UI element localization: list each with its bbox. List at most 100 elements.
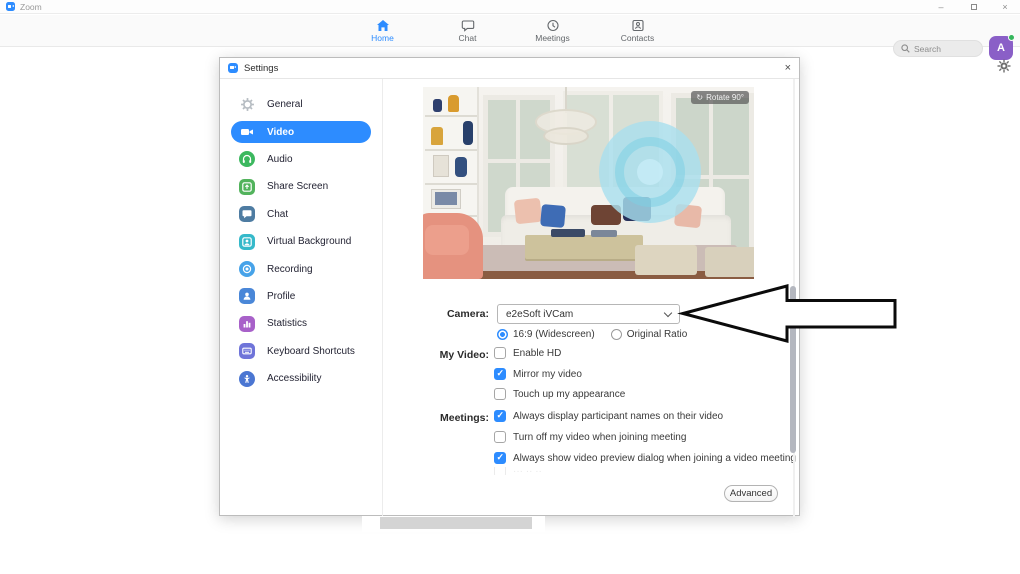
checkbox-icon bbox=[494, 347, 506, 359]
meetings-icon bbox=[546, 19, 560, 32]
tab-meetings[interactable]: Meetings bbox=[510, 15, 595, 47]
camera-label: Camera: bbox=[409, 308, 489, 320]
bar-chart-icon bbox=[239, 316, 255, 332]
checkbox-enable-hd[interactable]: Enable HD bbox=[494, 347, 561, 359]
avatar-initial: A bbox=[997, 42, 1005, 54]
zoom-logo-icon bbox=[228, 63, 238, 73]
keyboard-icon bbox=[239, 343, 255, 359]
nav-tabs: Home Chat Meetings Contacts bbox=[340, 15, 680, 47]
chevron-down-icon bbox=[664, 308, 672, 316]
rotate-90-button[interactable]: ↻ Rotate 90° bbox=[691, 91, 749, 104]
zoom-logo-icon bbox=[6, 2, 15, 11]
window-title: Zoom bbox=[20, 2, 42, 12]
record-icon bbox=[239, 261, 255, 277]
camera-selected-value: e2eSoft iVCam bbox=[506, 309, 665, 320]
home-icon bbox=[376, 19, 390, 32]
maximize-button[interactable] bbox=[961, 0, 987, 14]
sidebar-item-audio[interactable]: Audio bbox=[231, 146, 371, 173]
maximize-icon bbox=[971, 4, 977, 10]
sidebar-item-virtual-background[interactable]: Virtual Background bbox=[231, 228, 371, 255]
sidebar-item-profile[interactable]: Profile bbox=[231, 283, 371, 310]
sidebar-item-label: Recording bbox=[267, 264, 313, 275]
gear-icon bbox=[997, 59, 1011, 73]
sidebar-item-label: Video bbox=[267, 127, 294, 138]
close-window-button[interactable]: × bbox=[992, 0, 1018, 14]
advanced-button[interactable]: Advanced bbox=[724, 485, 778, 502]
top-nav: Home Chat Meetings Contacts Search A bbox=[0, 15, 1020, 47]
tab-chat-label: Chat bbox=[459, 33, 477, 43]
checkbox-mirror-my-video[interactable]: Mirror my video bbox=[494, 368, 582, 380]
page-settings-gear-button[interactable] bbox=[997, 59, 1011, 73]
ottoman-2 bbox=[705, 247, 754, 277]
sidebar-item-keyboard-shortcuts[interactable]: Keyboard Shortcuts bbox=[231, 338, 371, 365]
pillow-pink bbox=[514, 198, 542, 225]
sidebar-item-video[interactable]: Video bbox=[231, 121, 371, 143]
search-placeholder: Search bbox=[914, 44, 941, 54]
avatar[interactable]: A bbox=[989, 36, 1013, 60]
sidebar-item-label: Accessibility bbox=[267, 373, 321, 384]
checkbox-icon bbox=[494, 410, 506, 422]
sidebar-item-share-screen[interactable]: Share Screen bbox=[231, 173, 371, 200]
minimize-button[interactable]: – bbox=[928, 0, 954, 14]
aspect-ratio-options: 16:9 (Widescreen) Original Ratio bbox=[497, 329, 687, 340]
tab-contacts-label: Contacts bbox=[621, 33, 655, 43]
radio-original-ratio[interactable]: Original Ratio bbox=[611, 329, 688, 340]
checkbox-icon bbox=[494, 452, 506, 464]
contacts-icon bbox=[631, 19, 645, 32]
clipped-checkbox-row: ··· ·· ·· bbox=[494, 467, 542, 475]
background-gray-bar bbox=[380, 517, 532, 529]
checkbox-turn-off-video-when-joining[interactable]: Turn off my video when joining meeting bbox=[494, 431, 686, 443]
my-video-label: My Video: bbox=[409, 349, 489, 361]
sidebar-item-label: Audio bbox=[267, 154, 293, 165]
sidebar-item-chat[interactable]: Chat bbox=[231, 201, 371, 228]
checkbox-icon bbox=[494, 431, 506, 443]
dialog-header: Settings × bbox=[220, 58, 799, 79]
checkbox-icon bbox=[494, 388, 506, 400]
tab-contacts[interactable]: Contacts bbox=[595, 15, 680, 47]
scrollbar-thumb[interactable] bbox=[790, 286, 796, 453]
titlebar: Zoom – × bbox=[0, 0, 1020, 14]
dialog-close-button[interactable]: × bbox=[785, 61, 791, 75]
settings-sidebar: General Video Audio Share Screen Chat Vi… bbox=[220, 79, 383, 517]
headphones-icon bbox=[239, 151, 255, 167]
radio-icon bbox=[611, 329, 622, 340]
checkbox-icon bbox=[494, 467, 506, 475]
ottoman-1 bbox=[635, 245, 697, 275]
sidebar-item-label: General bbox=[267, 99, 303, 110]
sidebar-item-general[interactable]: General bbox=[231, 91, 371, 118]
virtual-background-icon bbox=[239, 234, 255, 250]
zoom-app-window: Zoom – × Home Chat Meetings Contacts bbox=[0, 0, 1020, 574]
camera-select[interactable]: e2eSoft iVCam bbox=[497, 304, 680, 324]
chat-bubble-icon bbox=[239, 206, 255, 222]
accessibility-icon bbox=[239, 371, 255, 387]
checkbox-show-video-preview-dialog[interactable]: Always show video preview dialog when jo… bbox=[494, 452, 796, 464]
settings-dialog: Settings × General Video Audio Share Scr… bbox=[219, 57, 800, 516]
pillow-blue bbox=[540, 204, 566, 228]
search-icon bbox=[901, 44, 910, 53]
sidebar-item-label: Keyboard Shortcuts bbox=[267, 346, 355, 357]
meetings-label: Meetings: bbox=[409, 412, 489, 424]
checkbox-touch-up-appearance[interactable]: Touch up my appearance bbox=[494, 388, 625, 400]
sidebar-item-accessibility[interactable]: Accessibility bbox=[231, 365, 371, 392]
sidebar-item-label: Virtual Background bbox=[267, 236, 351, 247]
radio-16-9-widescreen[interactable]: 16:9 (Widescreen) bbox=[497, 329, 595, 340]
dialog-title: Settings bbox=[244, 63, 278, 74]
tab-chat[interactable]: Chat bbox=[425, 15, 510, 47]
person-icon bbox=[239, 288, 255, 304]
radio-icon bbox=[497, 329, 508, 340]
sidebar-item-recording[interactable]: Recording bbox=[231, 255, 371, 282]
rotate-icon: ↻ bbox=[696, 93, 703, 102]
video-preview: ↻ Rotate 90° bbox=[423, 87, 754, 279]
sidebar-item-label: Share Screen bbox=[267, 181, 328, 192]
search-input[interactable]: Search bbox=[893, 40, 983, 57]
tab-meetings-label: Meetings bbox=[535, 33, 570, 43]
video-camera-icon bbox=[239, 124, 255, 140]
tab-home[interactable]: Home bbox=[340, 15, 425, 47]
chat-icon bbox=[461, 19, 475, 32]
sidebar-item-label: Profile bbox=[267, 291, 295, 302]
checkbox-icon bbox=[494, 368, 506, 380]
sidebar-item-statistics[interactable]: Statistics bbox=[231, 310, 371, 337]
sidebar-item-label: Statistics bbox=[267, 318, 307, 329]
share-screen-icon bbox=[239, 179, 255, 195]
checkbox-display-participant-names[interactable]: Always display participant names on thei… bbox=[494, 410, 723, 422]
